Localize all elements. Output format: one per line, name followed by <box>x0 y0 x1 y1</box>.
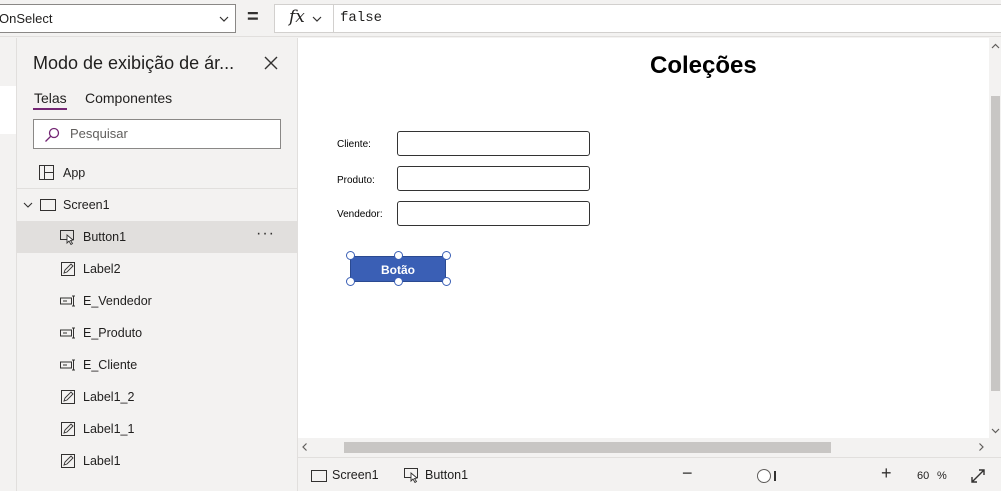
tree-item-label: E_Vendedor <box>83 294 152 308</box>
cliente-label[interactable]: Cliente: <box>337 139 371 150</box>
screen-icon <box>40 199 56 211</box>
resize-handle[interactable] <box>394 251 403 260</box>
tree-item-label: Label1_1 <box>83 422 135 436</box>
chevron-down-icon[interactable] <box>23 200 33 210</box>
formula-input[interactable]: false <box>333 4 1001 33</box>
tree-item-label1-2[interactable]: Label1_2 <box>17 381 297 413</box>
property-dropdown-value: OnSelect <box>0 11 53 26</box>
tree-item-e-vendedor[interactable]: E_Vendedor <box>17 285 297 317</box>
formula-bar: OnSelect = fx false <box>0 0 1001 37</box>
tree-item-label: E_Produto <box>83 326 143 340</box>
tree-item-label1-1[interactable]: Label1_1 <box>17 413 297 445</box>
zoom-unit: % <box>937 470 947 482</box>
tree-item-label: Label1_2 <box>83 390 135 404</box>
resize-handle[interactable] <box>442 251 451 260</box>
property-dropdown[interactable]: OnSelect <box>0 4 236 33</box>
app-icon <box>39 165 54 180</box>
chevron-down-icon <box>219 16 229 22</box>
tree-item-label: Screen1 <box>63 198 110 212</box>
fx-icon: fx <box>289 7 305 27</box>
label-icon <box>61 390 75 404</box>
tree-item-label1[interactable]: Label1 <box>17 445 297 477</box>
vendedor-label[interactable]: Vendedor: <box>337 209 383 220</box>
produto-input[interactable] <box>397 166 590 191</box>
tree-item-e-cliente[interactable]: E_Cliente <box>17 349 297 381</box>
tab-componentes[interactable]: Componentes <box>85 90 172 106</box>
tree-item-label2[interactable]: Label2 <box>17 253 297 285</box>
search-input[interactable] <box>70 126 270 141</box>
button-icon <box>404 468 419 483</box>
screen-icon <box>311 470 327 482</box>
search-icon <box>45 127 60 142</box>
fx-button[interactable]: fx <box>274 4 334 33</box>
zoom-in-button[interactable]: + <box>881 463 892 484</box>
tree-item-e-produto[interactable]: E_Produto <box>17 317 297 349</box>
search-box[interactable] <box>33 119 281 149</box>
fit-to-window-icon[interactable] <box>970 468 986 484</box>
vendedor-input[interactable] <box>397 201 590 226</box>
horizontal-scrollbar[interactable] <box>298 440 1001 454</box>
equals-sign: = <box>247 6 259 28</box>
resize-handle[interactable] <box>442 277 451 286</box>
panel-title: Modo de exibição de ár... <box>33 53 235 73</box>
produto-label[interactable]: Produto: <box>337 175 375 186</box>
close-icon[interactable] <box>263 55 279 71</box>
more-options-icon[interactable]: ··· <box>256 225 275 243</box>
scroll-left-icon[interactable] <box>300 442 310 452</box>
tab-telas[interactable]: Telas <box>34 90 67 106</box>
text-input-icon <box>60 327 75 339</box>
rail-selection-indicator <box>0 86 16 134</box>
status-bar: Screen1 Button1 − + 60 % <box>298 457 1001 491</box>
active-tab-indicator <box>33 108 67 110</box>
scroll-up-icon[interactable] <box>991 42 1000 51</box>
resize-handle[interactable] <box>346 277 355 286</box>
horizontal-scroll-thumb[interactable] <box>344 442 831 453</box>
tree-item-screen1[interactable]: Screen1 <box>17 189 297 221</box>
scroll-right-icon[interactable] <box>976 442 986 452</box>
vertical-scrollbar[interactable] <box>989 38 1001 438</box>
scroll-down-icon[interactable] <box>991 426 1000 435</box>
tree-item-app[interactable]: App <box>17 157 297 189</box>
text-input-icon <box>60 359 75 371</box>
label-icon <box>61 422 75 436</box>
breadcrumb-control[interactable]: Button1 <box>425 468 468 482</box>
breadcrumb-screen[interactable]: Screen1 <box>332 468 379 482</box>
cliente-input[interactable] <box>397 131 590 156</box>
button-icon <box>60 230 75 245</box>
canvas-title-label[interactable]: Coleções <box>650 52 757 80</box>
chevron-down-icon <box>312 16 322 22</box>
zoom-slider-thumb[interactable] <box>757 469 771 483</box>
zoom-slider[interactable] <box>774 471 776 481</box>
resize-handle[interactable] <box>394 277 403 286</box>
tree-item-label: Label2 <box>83 262 121 276</box>
left-rail <box>0 38 17 491</box>
resize-handle[interactable] <box>346 251 355 260</box>
label-icon <box>61 262 75 276</box>
zoom-value[interactable]: 60 <box>917 470 929 482</box>
tree-item-label: Button1 <box>83 230 127 244</box>
label-icon <box>61 454 75 468</box>
tree-item-label: Label1 <box>83 454 121 468</box>
text-input-icon <box>60 295 75 307</box>
design-canvas[interactable]: Coleções Cliente: Produto: Vendedor: Bot… <box>298 38 1001 438</box>
tree-item-label: E_Cliente <box>83 358 138 372</box>
tree-item-label: App <box>63 166 86 180</box>
zoom-out-button[interactable]: − <box>682 463 693 484</box>
vertical-scroll-thumb[interactable] <box>991 96 1000 391</box>
tree-view-panel: Modo de exibição de ár... Telas Componen… <box>17 38 298 491</box>
tree-item-button1[interactable]: Button1 ··· <box>17 221 297 253</box>
